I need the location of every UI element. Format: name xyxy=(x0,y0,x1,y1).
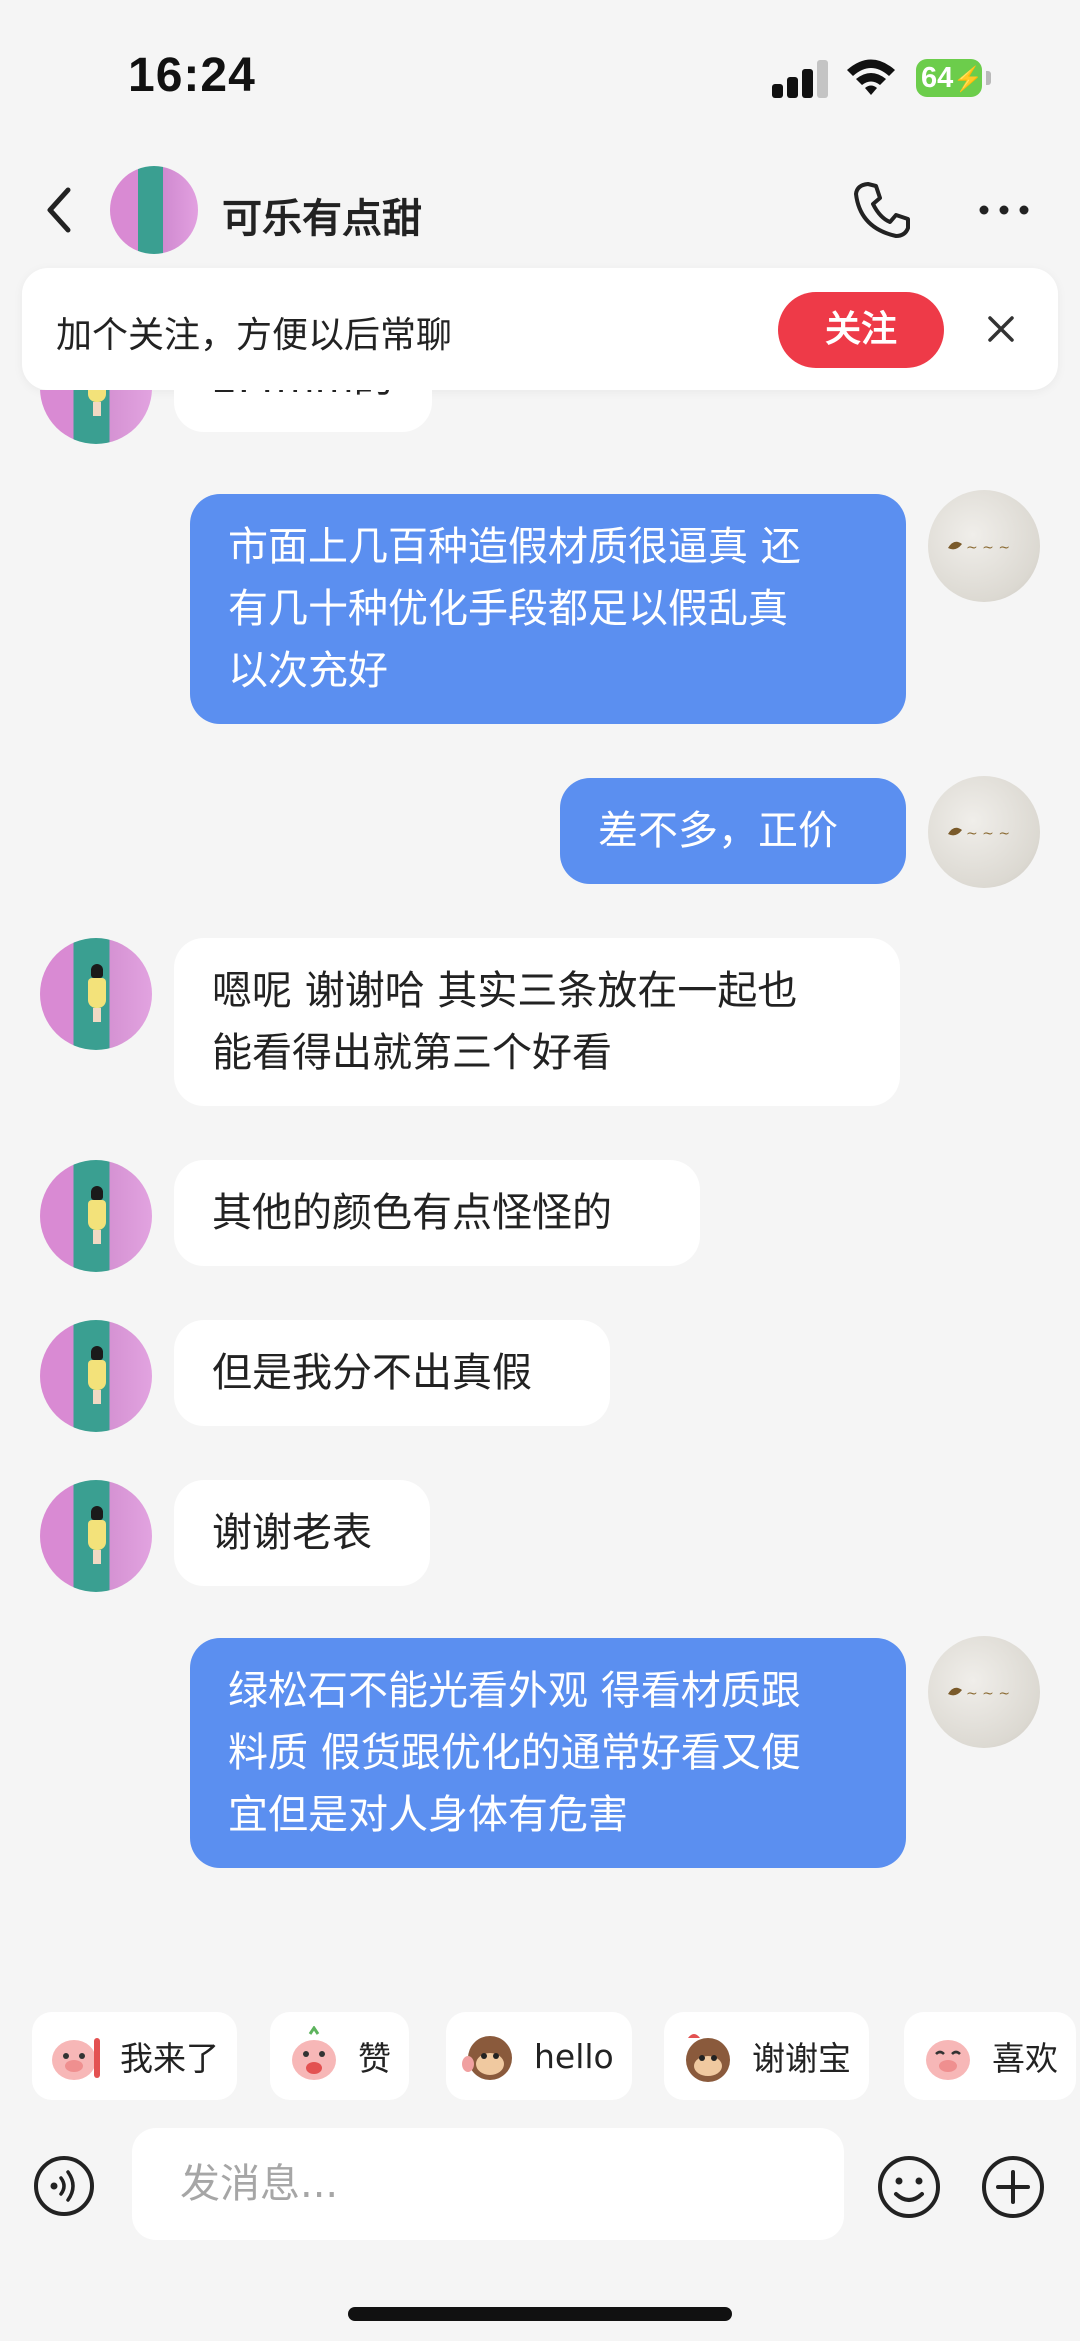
contact-message-avatar[interactable] xyxy=(40,1320,152,1432)
incoming-message[interactable]: 谢谢老表 xyxy=(174,1480,430,1586)
message-line: 以次充好 xyxy=(228,648,388,694)
battery-level: 64 xyxy=(921,62,954,94)
my-avatar[interactable]: ~ ~ ~ xyxy=(928,776,1040,888)
signal-icon xyxy=(772,60,830,98)
battery-cap xyxy=(986,71,991,85)
message-line: 能看得出就第三个好看 xyxy=(212,1030,612,1076)
quick-reply-label: 赞 xyxy=(358,2039,391,2078)
message-list[interactable]: 2.4mm的 市面上几百种造假材质很逼真 还 有几十种优化手段都足以假乱真 以次… xyxy=(0,390,1080,1980)
back-button[interactable] xyxy=(36,180,86,240)
monkey-sticker-icon xyxy=(686,2034,730,2082)
contact-message-avatar[interactable] xyxy=(40,938,152,1050)
message-line: 宜但是对人身体有危害 xyxy=(228,1792,628,1838)
outgoing-message[interactable]: 市面上几百种造假材质很逼真 还 有几十种优化手段都足以假乱真 以次充好 xyxy=(190,494,906,724)
svg-text:~ ~ ~: ~ ~ ~ xyxy=(966,1686,1010,1702)
svg-text:~ ~ ~: ~ ~ ~ xyxy=(966,826,1010,842)
phone-call-icon[interactable] xyxy=(850,178,914,242)
quick-reply-label: hello xyxy=(534,2036,614,2076)
contact-name: 可乐有点甜 xyxy=(222,196,422,242)
brand-logo: ~ ~ ~ xyxy=(948,826,1010,842)
quick-reply-label: 我来了 xyxy=(120,2039,219,2078)
message-line: 嗯呢 谢谢哈 其实三条放在一起也 xyxy=(212,968,798,1014)
pig-sticker-icon xyxy=(52,2038,100,2080)
incoming-message[interactable]: 但是我分不出真假 xyxy=(174,1320,610,1426)
message-input[interactable] xyxy=(132,2128,844,2240)
follow-banner: 加个关注，方便以后常聊 关注 xyxy=(22,268,1058,390)
message-line: 2.4mm的 xyxy=(212,390,394,410)
my-avatar[interactable]: ~ ~ ~ xyxy=(928,1636,1040,1748)
message-line: 差不多，正价 xyxy=(598,808,838,854)
quick-reply-chip[interactable]: hello xyxy=(446,2012,632,2100)
contact-avatar[interactable] xyxy=(110,166,198,254)
message-line: 有几十种优化手段都足以假乱真 xyxy=(228,586,788,632)
pig-sticker-icon xyxy=(926,2040,970,2080)
status-bar: 16:24 64⚡ xyxy=(0,0,1080,150)
contact-message-avatar[interactable] xyxy=(40,1480,152,1592)
quick-reply-chip[interactable]: 赞 xyxy=(270,2012,409,2100)
battery-icon: 64⚡ xyxy=(916,59,983,97)
outgoing-message[interactable]: 差不多，正价 xyxy=(560,778,906,884)
incoming-message[interactable]: 嗯呢 谢谢哈 其实三条放在一起也 能看得出就第三个好看 xyxy=(174,938,900,1106)
more-options-icon[interactable] xyxy=(974,180,1034,240)
monkey-sticker-icon xyxy=(462,2036,512,2080)
chat-header: 可乐有点甜 xyxy=(0,150,1080,270)
follow-button[interactable]: 关注 xyxy=(778,292,944,368)
follow-banner-text: 加个关注，方便以后常聊 xyxy=(56,315,453,356)
message-line: 料质 假货跟优化的通常好看又便 xyxy=(228,1730,801,1776)
message-line: 谢谢老表 xyxy=(212,1510,372,1556)
message-line: 但是我分不出真假 xyxy=(212,1350,532,1396)
incoming-message[interactable]: 2.4mm的 xyxy=(174,390,432,432)
voice-input-icon[interactable] xyxy=(32,2154,96,2218)
quick-reply-label: 谢谢宝 xyxy=(752,2039,851,2078)
incoming-message[interactable]: 其他的颜色有点怪怪的 xyxy=(174,1160,700,1266)
message-line: 绿松石不能光看外观 得看材质跟 xyxy=(228,1668,801,1714)
emoji-icon[interactable] xyxy=(876,2154,942,2220)
quick-reply-chip[interactable]: 我来了 xyxy=(32,2012,237,2100)
close-icon[interactable] xyxy=(982,310,1020,348)
message-line: 其他的颜色有点怪怪的 xyxy=(212,1190,612,1236)
quick-reply-label: 喜欢 xyxy=(992,2039,1058,2078)
contact-message-avatar[interactable] xyxy=(40,390,152,444)
quick-reply-bar: 我来了 赞 hello 谢谢宝 喜欢 xyxy=(0,1990,1080,2120)
wifi-icon xyxy=(847,59,895,95)
contact-message-avatar[interactable] xyxy=(40,1160,152,1272)
brand-logo: ~ ~ ~ xyxy=(948,540,1010,556)
status-time: 16:24 xyxy=(128,49,256,102)
outgoing-message[interactable]: 绿松石不能光看外观 得看材质跟 料质 假货跟优化的通常好看又便 宜但是对人身体有… xyxy=(190,1638,906,1868)
quick-reply-chip[interactable]: 谢谢宝 xyxy=(664,2012,869,2100)
quick-reply-chip[interactable]: 喜欢 xyxy=(904,2012,1076,2100)
svg-text:~ ~ ~: ~ ~ ~ xyxy=(966,540,1010,556)
my-avatar[interactable]: ~ ~ ~ xyxy=(928,490,1040,602)
home-indicator[interactable] xyxy=(348,2307,732,2321)
brand-logo: ~ ~ ~ xyxy=(948,1686,1010,1702)
plus-icon[interactable] xyxy=(980,2154,1046,2220)
pig-sticker-icon xyxy=(292,2026,336,2080)
message-input-bar xyxy=(0,2120,1080,2341)
message-line: 市面上几百种造假材质很逼真 还 xyxy=(228,524,801,570)
